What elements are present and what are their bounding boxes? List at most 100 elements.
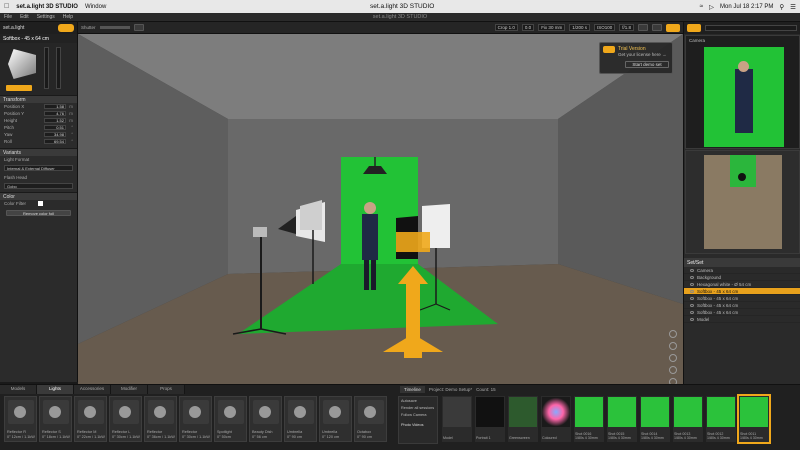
prop-position-x: Position X 1.58 m bbox=[0, 103, 77, 110]
trial-subtitle[interactable]: Get your license here → bbox=[618, 52, 667, 57]
list-item[interactable]: Softbox - 45 x 64 cm bbox=[684, 302, 800, 309]
section-color[interactable]: Color bbox=[0, 192, 77, 200]
zoom-tool-icon[interactable] bbox=[669, 354, 677, 362]
list-item-selected[interactable]: Softbox - 45 x 64 cm bbox=[684, 288, 800, 295]
focal-select[interactable]: Fix 30 mm bbox=[538, 24, 566, 31]
photo-videos-button[interactable]: Photo Videos bbox=[401, 423, 435, 427]
library-item[interactable]: Octabox 0° 90 cm bbox=[354, 396, 387, 442]
tab-props[interactable]: Props bbox=[148, 385, 185, 394]
section-transform[interactable]: Transform bbox=[0, 95, 77, 103]
list-item[interactable]: Softbox - 45 x 64 cm bbox=[684, 309, 800, 316]
shutter-speed-select[interactable]: 1/200 s bbox=[569, 24, 590, 31]
shot-thumb[interactable]: Shot 0015 1/80s 4 30mm bbox=[607, 396, 637, 442]
library-item[interactable]: Beauty Dish 0° 56 cm bbox=[249, 396, 282, 442]
shot-thumb[interactable]: Portrait 1 bbox=[475, 396, 505, 442]
menu-app-name[interactable]: set.a.light 3D STUDIO bbox=[16, 4, 78, 10]
ev-select[interactable]: 0.0 bbox=[521, 24, 535, 31]
list-item[interactable]: Background bbox=[684, 274, 800, 281]
visibility-icon[interactable] bbox=[690, 310, 694, 314]
visibility-icon[interactable] bbox=[690, 317, 694, 321]
prop-value-field[interactable]: 1.58 bbox=[44, 104, 66, 109]
prop-yaw: Yaw 34.98 ° bbox=[0, 131, 77, 138]
selected-object-title: Softbox - 45 x 64 cm bbox=[0, 34, 77, 43]
clock[interactable]: Mon Jul 18 2:17 PM bbox=[720, 4, 773, 10]
tab-models[interactable]: Models bbox=[0, 385, 37, 394]
shot-thumb[interactable]: Coloured bbox=[541, 396, 571, 442]
shot-thumb[interactable]: Shot 0014 1/80s 4 30mm bbox=[640, 396, 670, 442]
start-demo-button[interactable]: Start demo set bbox=[625, 61, 669, 68]
library-item[interactable]: Umbrella 0° 120 cm bbox=[319, 396, 352, 442]
camera-preview[interactable]: Camera bbox=[685, 35, 800, 149]
prop-value-field[interactable]: 34.98 bbox=[44, 132, 66, 137]
prop-value-field[interactable]: 1.52 bbox=[44, 118, 66, 123]
3d-viewport[interactable]: Trial Version Get your license here → St… bbox=[78, 34, 683, 384]
octabox-icon bbox=[358, 400, 384, 424]
shutter-slider[interactable] bbox=[99, 26, 130, 29]
library-item[interactable]: Reflector M 0° 22cm / 1.1kW bbox=[74, 396, 107, 442]
top-view-map[interactable] bbox=[685, 150, 800, 254]
prop-value-field[interactable]: 0.51 bbox=[44, 125, 66, 130]
crop-select[interactable]: Crop 1.0 bbox=[494, 24, 518, 31]
prop-value-field[interactable]: 69.54 bbox=[44, 139, 66, 144]
list-item[interactable]: Softbox - 45 x 64 cm bbox=[684, 295, 800, 302]
library-item[interactable]: Reflector 0° 36cm / 1.1kW bbox=[144, 396, 177, 442]
light-format-select[interactable]: Internal & External Diffuser bbox=[4, 165, 73, 171]
flash-mode-icons[interactable] bbox=[6, 85, 32, 91]
option-autosave[interactable]: Autosave bbox=[401, 399, 435, 403]
library-item[interactable]: Reflector L 0° 30cm / 1.1kW bbox=[109, 396, 142, 442]
shot-thumb-selected[interactable]: Shot 0011 1/80s 4 30mm bbox=[737, 394, 771, 444]
library-item[interactable]: Spotlight 0° 50cm bbox=[214, 396, 247, 442]
shot-thumb[interactable]: Model bbox=[442, 396, 472, 442]
pan-tool-icon[interactable] bbox=[669, 366, 677, 374]
remove-color-filter-button[interactable]: Remove color foil bbox=[6, 210, 71, 216]
wifi-icon[interactable]: ≈ bbox=[699, 3, 703, 10]
flash-head-select[interactable]: Gobo bbox=[4, 183, 73, 189]
reflector-icon bbox=[8, 400, 34, 424]
cursor-tool-button[interactable] bbox=[133, 24, 144, 31]
thumb-caption: Shot 0016 1/80s 4 30mm bbox=[575, 431, 598, 440]
aperture-select[interactable]: f/1.8 bbox=[619, 24, 634, 31]
add-button[interactable] bbox=[638, 24, 648, 31]
volume-icon[interactable]: ▷ bbox=[709, 3, 714, 11]
visibility-icon[interactable] bbox=[690, 275, 694, 279]
visibility-icon[interactable] bbox=[690, 282, 694, 286]
camera-icon[interactable] bbox=[666, 23, 680, 32]
reflector-icon bbox=[183, 400, 209, 424]
visibility-icon[interactable] bbox=[690, 268, 694, 272]
library-item[interactable]: Reflector R 0° 12cm / 1.1kW bbox=[4, 396, 37, 442]
menu-window[interactable]: Window bbox=[85, 4, 106, 10]
power-slider-2[interactable] bbox=[56, 47, 61, 89]
option-follow-camera[interactable]: Follow Camera bbox=[401, 413, 435, 417]
color-filter-swatch[interactable] bbox=[38, 201, 43, 206]
shot-thumb[interactable]: Greenscreen bbox=[508, 396, 538, 442]
prop-value-field[interactable]: 4.76 bbox=[44, 111, 66, 116]
option-render-all[interactable]: Render all sessions bbox=[401, 406, 435, 410]
camera-tab-icon[interactable] bbox=[687, 24, 701, 32]
thumb-caption: Shot 0015 1/80s 4 30mm bbox=[608, 431, 631, 440]
timeline-tab[interactable]: Timeline bbox=[400, 386, 425, 393]
library-item[interactable]: Umbrella 0° 90 cm bbox=[284, 396, 317, 442]
grid-button[interactable] bbox=[652, 24, 662, 31]
visibility-icon[interactable] bbox=[690, 296, 694, 300]
section-variants[interactable]: Variants bbox=[0, 148, 77, 156]
move-tool-icon[interactable] bbox=[669, 342, 677, 350]
tab-accessories[interactable]: Accessories bbox=[74, 385, 111, 394]
power-slider[interactable] bbox=[44, 47, 49, 89]
visibility-icon[interactable] bbox=[690, 303, 694, 307]
shot-thumb[interactable]: Shot 0013 1/80s 4 30mm bbox=[673, 396, 703, 442]
tab-lights[interactable]: Lights bbox=[37, 385, 74, 394]
visibility-icon[interactable] bbox=[690, 289, 694, 293]
apple-icon[interactable]:  bbox=[4, 3, 9, 10]
shot-thumb[interactable]: Shot 0016 1/80s 4 30mm bbox=[574, 396, 604, 442]
search-icon[interactable]: ⚲ bbox=[779, 3, 784, 11]
iso-select[interactable]: ISO100 bbox=[593, 24, 616, 31]
library-item[interactable]: Reflector S 0° 18cm / 1.1kW bbox=[39, 396, 72, 442]
library-item[interactable]: Reflector 0° 30cm / 1.1kW bbox=[179, 396, 212, 442]
rotate-tool-icon[interactable] bbox=[669, 330, 677, 338]
menu-list-icon[interactable]: ☰ bbox=[790, 3, 796, 11]
list-item[interactable]: Camera bbox=[684, 267, 800, 274]
shot-thumb[interactable]: Shot 0012 1/80s 4 30mm bbox=[706, 396, 736, 442]
tab-modifier[interactable]: Modifier bbox=[111, 385, 148, 394]
list-item[interactable]: Hexagonal white - Ø 54 cm bbox=[684, 281, 800, 288]
list-item[interactable]: Model bbox=[684, 316, 800, 323]
